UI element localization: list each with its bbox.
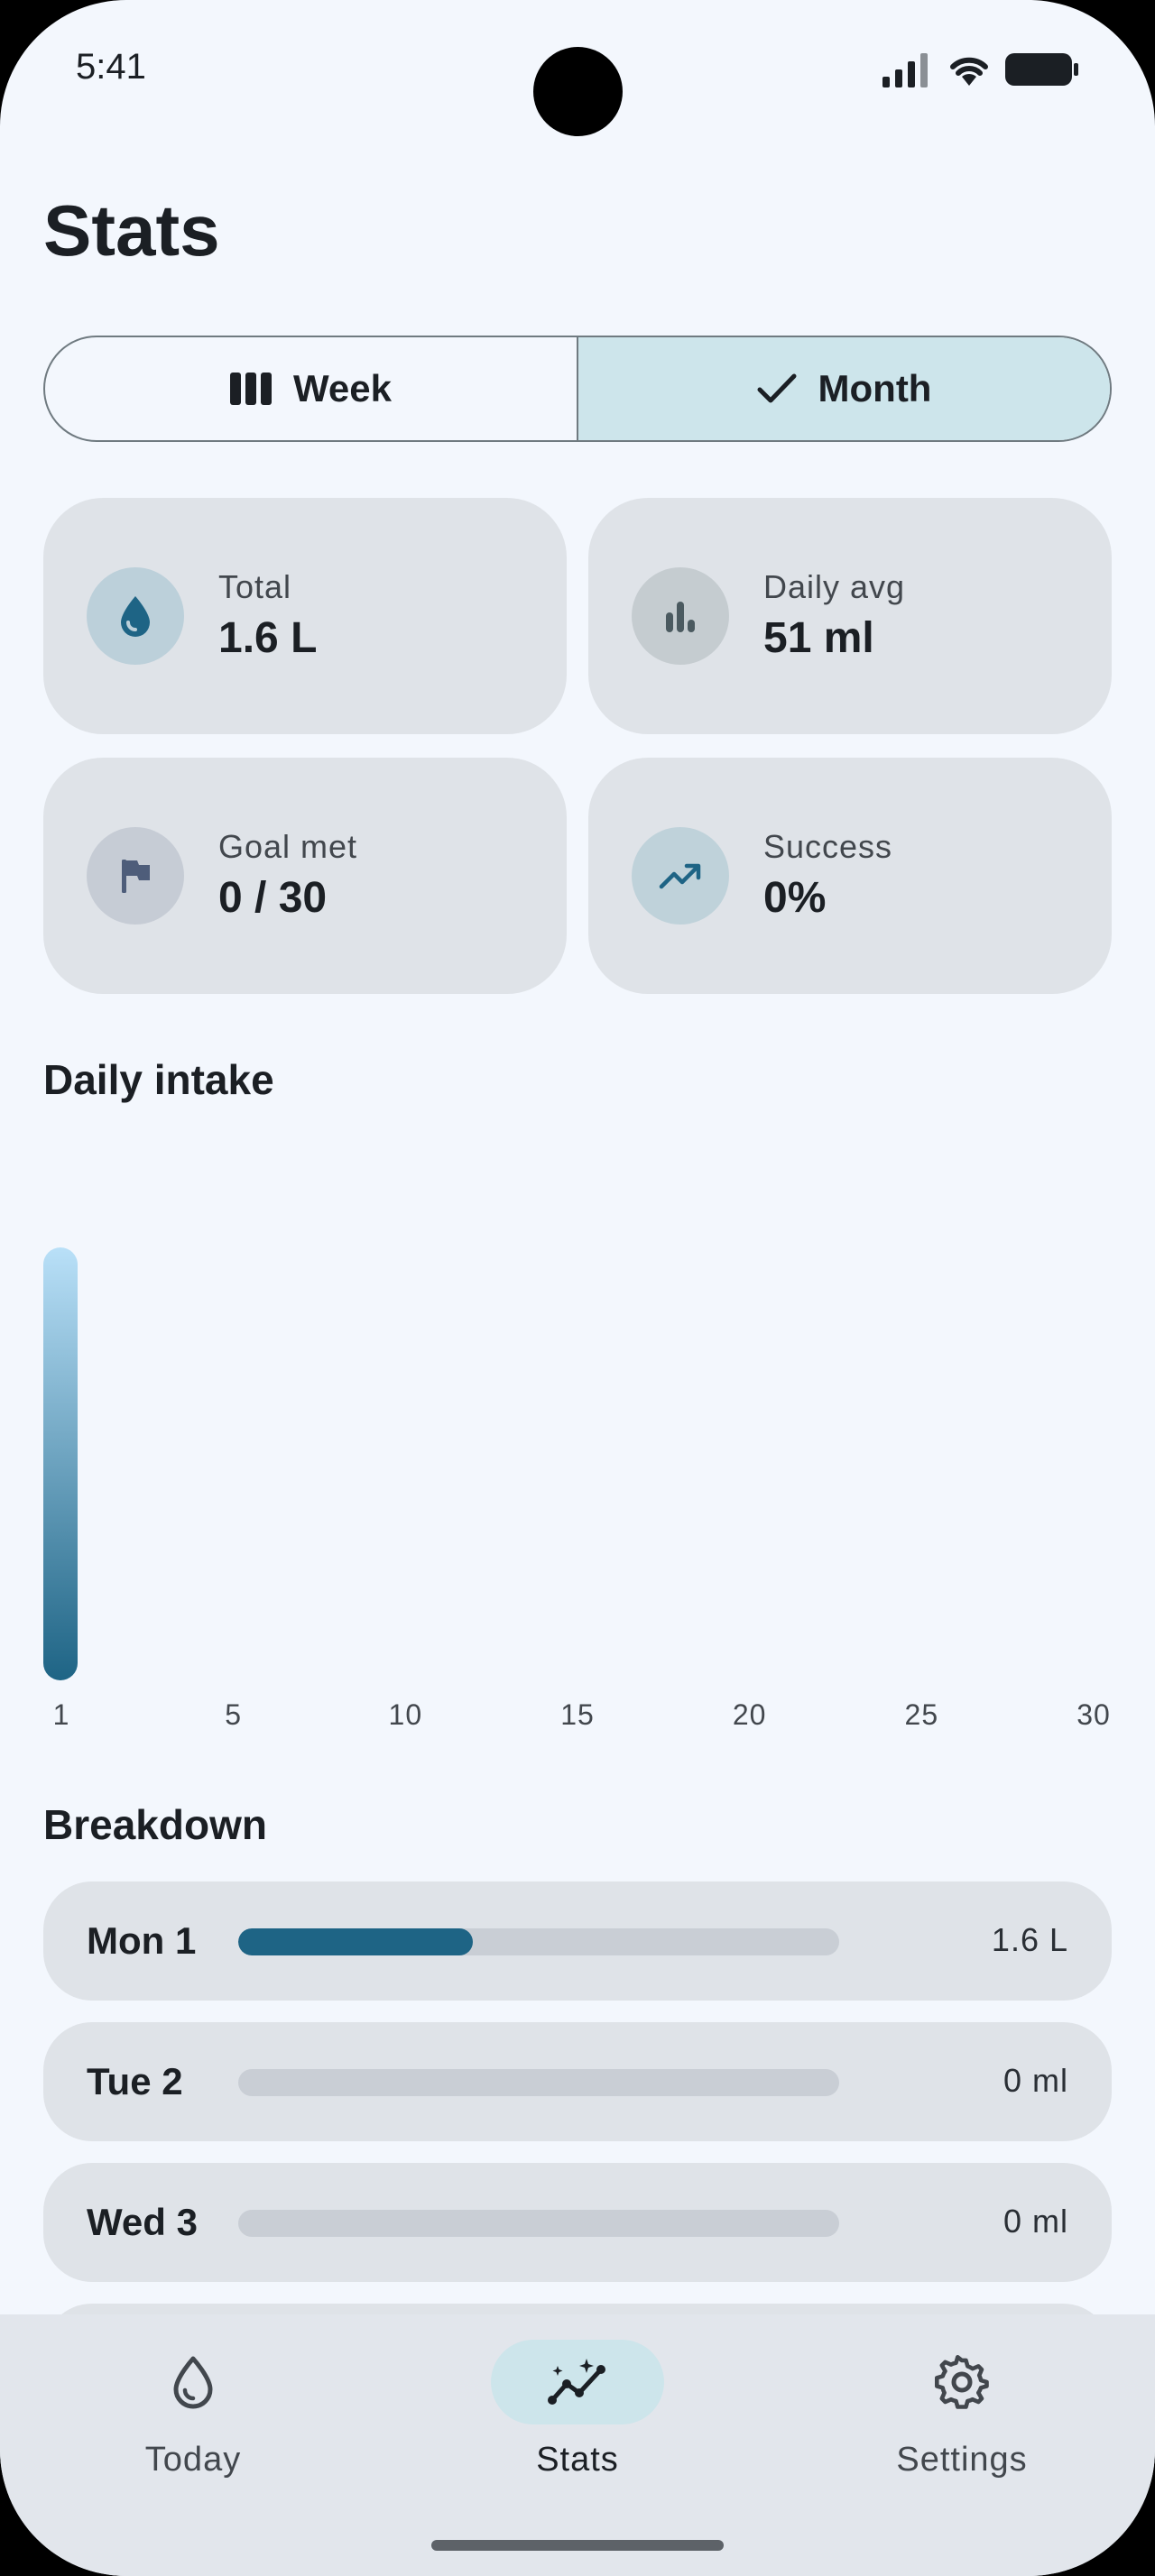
daily-avg-value: 51 ml [763,614,874,662]
goal-met-label: Goal met [218,828,358,865]
x-tick-label: 5 [225,1698,242,1731]
breakdown-day: Tue 2 [87,2060,183,2102]
water-drop-outline-icon [173,2356,213,2409]
breakdown-row: Wed 3 0 ml [43,2163,1112,2282]
x-tick-label: 25 [905,1698,939,1731]
daily-avg-card: Daily avg 51 ml [588,498,1112,734]
breakdown-progress-track [238,2069,839,2096]
total-card: Total 1.6 L [43,498,567,734]
check-icon [757,373,797,403]
success-value: 0% [763,874,827,922]
sparkle-chart-icon [548,2359,605,2405]
x-tick-label: 20 [733,1698,767,1731]
home-indicator [431,2540,724,2551]
water-drop-icon [121,596,150,637]
breakdown-amount: 1.6 L [991,1921,1068,1958]
week-segment-button[interactable]: Week [45,337,577,440]
month-label: Month [818,367,932,409]
daily-intake-chart: 1 5 10 15 20 25 30 [43,1127,1112,1732]
x-tick-label: 10 [389,1698,423,1731]
month-segment-button[interactable]: Month [577,337,1110,440]
flag-icon [122,860,150,893]
nav-item-today[interactable]: Today [58,2340,328,2479]
nav-item-settings[interactable]: Settings [827,2340,1097,2479]
breakdown-amount: 0 ml [1003,2062,1068,2099]
total-value: 1.6 L [218,614,318,662]
breakdown-day: Mon 1 [87,1919,197,1962]
wifi-icon [950,57,988,86]
success-badge [632,827,729,925]
breakdown-day: Wed 3 [87,2201,198,2243]
goal-met-badge [87,827,184,925]
goal-met-card: Goal met 0 / 30 [43,758,567,994]
intake-bar-day-1 [43,1247,78,1680]
bar-chart-icon [666,602,695,632]
daily-avg-badge [632,567,729,665]
daily-intake-title: Daily intake [43,1056,274,1103]
goal-met-value: 0 / 30 [218,874,328,922]
period-toggle: Week Month [43,336,1112,442]
nav-item-stats[interactable]: Stats [442,2340,713,2479]
breakdown-progress-fill [238,1928,473,1955]
cellular-signal-icon [882,53,928,87]
success-label: Success [763,828,893,865]
breakdown-row: Mon 1 1.6 L [43,1881,1112,2001]
camera-cutout [533,47,623,136]
breakdown-title: Breakdown [43,1801,267,1848]
trending-up-icon [659,863,701,889]
breakdown-progress-track [238,1928,839,1955]
nav-label-today: Today [144,2441,242,2479]
gear-icon [935,2355,989,2409]
breakdown-amount: 0 ml [1003,2203,1068,2240]
bottom-navigation: Today Stats Settings [0,2314,1155,2576]
breakdown-progress-track [238,2210,839,2237]
total-badge [87,567,184,665]
nav-label-settings: Settings [896,2441,1028,2479]
status-time: 5:41 [76,47,146,87]
x-tick-label: 1 [53,1698,70,1731]
x-tick-label: 30 [1076,1698,1111,1731]
view-week-icon [230,373,273,405]
nav-label-stats: Stats [536,2441,619,2479]
daily-avg-label: Daily avg [763,568,906,605]
phone-screen: 5:41 Stats Week Month Total 1.6 L Daily … [0,0,1155,2576]
week-label: Week [293,367,392,409]
battery-icon [1005,53,1078,86]
total-label: Total [218,568,292,605]
daily-intake-svg: 1 5 10 15 20 25 30 [43,1247,1111,1731]
page-title: Stats [43,190,220,271]
status-icons [882,47,1079,92]
breakdown-row: Tue 2 0 ml [43,2022,1112,2141]
x-tick-label: 15 [560,1698,595,1731]
success-card: Success 0% [588,758,1112,994]
